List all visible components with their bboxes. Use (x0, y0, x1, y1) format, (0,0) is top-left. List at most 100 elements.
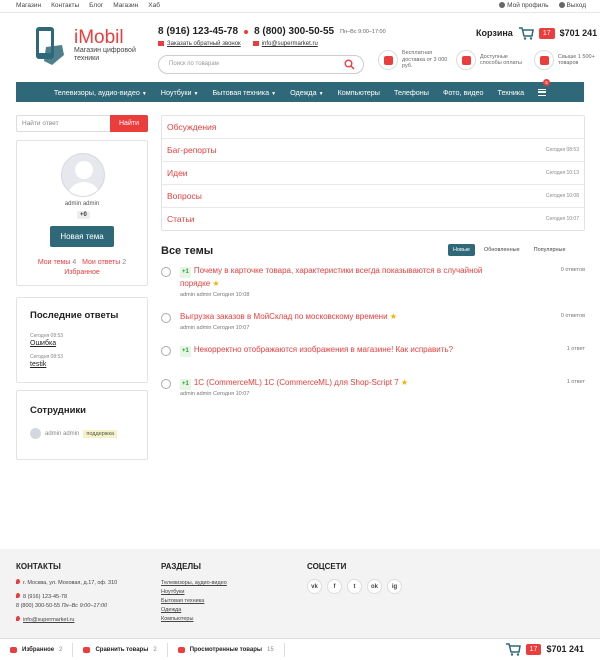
phone-icon (158, 41, 164, 46)
nav-item-appliances[interactable]: Бытовая техника ▼ (212, 88, 276, 97)
footer-section-link[interactable]: Компьютеры (161, 615, 227, 624)
delivery-icon (378, 50, 398, 70)
my-profile-link[interactable]: Мой профиль (499, 2, 549, 9)
top-link-shop2[interactable]: Магазин (113, 2, 138, 9)
category-row[interactable]: Вопросы Сегодня 10:08 (162, 185, 584, 208)
footer-sections: РАЗДЕЛЫ Телевизоры, аудио-видео Ноутбуки… (161, 562, 227, 624)
topic-item[interactable]: +1 Некорректно отображаются изображения в… (161, 344, 585, 364)
bottom-cart[interactable]: 17 $701 241 (505, 642, 584, 656)
odnoklassniki-icon[interactable]: ok (367, 579, 382, 594)
nav-item-tv[interactable]: Телевизоры, аудио-видео ▼ (54, 88, 147, 97)
favorites-count: 2 (59, 646, 63, 653)
bottom-bar: Избранное 2 Сравнить товары 2 Просмотренны… (0, 638, 600, 660)
viewed-button[interactable]: Просмотренные товары 15 (168, 642, 285, 657)
mail-icon (252, 41, 259, 46)
category-row[interactable]: Обсуждения (162, 116, 584, 139)
all-topics-title: Все темы (161, 245, 214, 257)
top-link-shop[interactable]: Магазин (16, 2, 41, 9)
logo[interactable]: iMobil Магазин цифровой техники (30, 25, 150, 70)
facebook-icon[interactable]: f (327, 579, 342, 594)
favorites-link[interactable]: Избранное (64, 269, 99, 276)
footer-email[interactable]: info@supermarket.ru (23, 617, 74, 623)
category-row[interactable]: Статьи Сегодня 10:07 (162, 208, 584, 231)
cart-label: Корзина (476, 28, 513, 38)
nav-label: Ноутбуки (160, 87, 192, 97)
topic-item[interactable]: Выгрузка заказов в МойСклад по московско… (161, 311, 585, 341)
answer-search-input[interactable]: Найти ответ Найти (16, 115, 148, 132)
topic-title[interactable]: 1С (CommerceML) 1С (CommerceML) для Shop… (194, 378, 399, 387)
logout-link[interactable]: Выход (558, 2, 586, 9)
new-topic-button[interactable]: Новая тема (50, 226, 114, 247)
nav-item-clothes[interactable]: Одежда ▼ (290, 88, 324, 97)
top-link-hub[interactable]: Хаб (148, 2, 160, 9)
feature-text: Бесплатная доставка от 3 000 руб. (402, 50, 448, 70)
header-cart[interactable]: Корзина 17 $701 241 (476, 26, 597, 40)
cart-icon (518, 27, 534, 40)
footer-section-link[interactable]: Телевизоры, аудио-видео (161, 579, 227, 588)
logout-label: Выход (566, 2, 586, 9)
top-link-contacts[interactable]: Контакты (51, 2, 79, 9)
my-topics-link[interactable]: Мои темы 4 (38, 259, 76, 266)
category-date: Сегодня 10:08 (545, 193, 579, 199)
nav-item-tech[interactable]: Техника (497, 88, 524, 97)
footer-phone-1[interactable]: 8 (916) 123-45-78 (23, 594, 67, 600)
chevron-down-icon: ▼ (193, 90, 199, 97)
category-row[interactable]: Баг-репорты Сегодня 08:53 (162, 139, 584, 162)
menu-icon[interactable] (538, 88, 547, 96)
category-name: Идеи (167, 168, 188, 178)
topic-title[interactable]: Выгрузка заказов в МойСклад по московско… (180, 312, 388, 321)
compare-button[interactable]: Сравнить товары 2 (73, 642, 168, 657)
compare-label: Сравнить товары (95, 646, 149, 653)
profile-card: admin admin +0 Новая тема Мои темы 4 Мои… (16, 140, 148, 286)
footer-section-link[interactable]: Ноутбуки (161, 588, 227, 597)
topic-item[interactable]: +1 Почему в карточке товара, характеристи… (161, 265, 585, 305)
topic-title[interactable]: Почему в карточке товара, характеристики… (180, 266, 482, 288)
nav-label: Одежда (290, 87, 317, 97)
instagram-icon[interactable]: ig (387, 579, 402, 594)
search-input[interactable]: Поиск по товарам (158, 55, 364, 74)
vk-icon[interactable]: vk (307, 579, 322, 594)
footer-phone-2[interactable]: 8 (800) 300-50-55 (16, 603, 60, 609)
staff-name: admin admin (45, 430, 80, 437)
chevron-down-icon: ▼ (271, 90, 277, 97)
nav-item-computers[interactable]: Компьютеры (338, 88, 380, 97)
profile-rating: +0 (77, 211, 90, 219)
nav-item-laptops[interactable]: Ноутбуки ▼ (161, 88, 199, 97)
cart-icon (505, 643, 521, 656)
search-icon[interactable] (344, 59, 355, 70)
nav-item-phones[interactable]: Телефоны (394, 88, 429, 97)
nav-item-photo[interactable]: Фото, видео (443, 88, 484, 97)
tab-updated[interactable]: Обновленные (479, 244, 525, 256)
search-placeholder: Поиск по товарам (169, 61, 219, 67)
topic-item[interactable]: +1 1С (CommerceML) 1С (CommerceML) для Sh… (161, 377, 585, 407)
recent-answer-link[interactable]: testik (30, 361, 46, 368)
footer-section-link[interactable]: Одежда (161, 606, 227, 615)
topic-title[interactable]: Некорректно отображаются изображения в м… (194, 345, 453, 354)
email-link[interactable]: info@supermarket.ru (252, 41, 318, 47)
phone-2[interactable]: 8 (800) 300-50-55 (254, 26, 334, 37)
profile-name: admin admin (64, 201, 100, 207)
wallet-icon (456, 50, 476, 70)
twitter-icon[interactable]: t (347, 579, 362, 594)
callback-link[interactable]: Заказать обратный звонок (158, 41, 241, 47)
tab-new[interactable]: Новые (448, 244, 475, 256)
avatar (61, 153, 105, 197)
my-profile-label: Мой профиль (507, 2, 549, 9)
my-answers-label: Мои ответы (82, 259, 121, 266)
category-name: Обсуждения (167, 122, 217, 132)
topic-tabs: Новые Обновленные Популярные (448, 244, 571, 256)
recent-answer-link[interactable]: Ошибка (30, 340, 56, 347)
tab-popular[interactable]: Популярные (529, 244, 571, 256)
footer-section-link[interactable]: Бытовая техника (161, 597, 227, 606)
my-answers-link[interactable]: Мои ответы 2 (82, 259, 126, 266)
answer-search-button[interactable]: Найти (110, 115, 148, 132)
top-link-blog[interactable]: Блог (89, 2, 103, 9)
top-links: Магазин Контакты Блог Магазин Хаб (16, 2, 160, 9)
staff-member[interactable]: admin admin поддержка (30, 428, 118, 439)
category-row[interactable]: Идеи Сегодня 10:13 (162, 162, 584, 185)
chevron-down-icon: ▼ (141, 90, 147, 97)
category-date: Сегодня 10:07 (545, 216, 579, 222)
phone-1[interactable]: 8 (916) 123-45-78 (158, 26, 238, 37)
main-nav: Телевизоры, аудио-видео ▼ Ноутбуки ▼ Бытов… (16, 79, 584, 102)
favorites-button[interactable]: Избранное 2 (0, 642, 74, 657)
